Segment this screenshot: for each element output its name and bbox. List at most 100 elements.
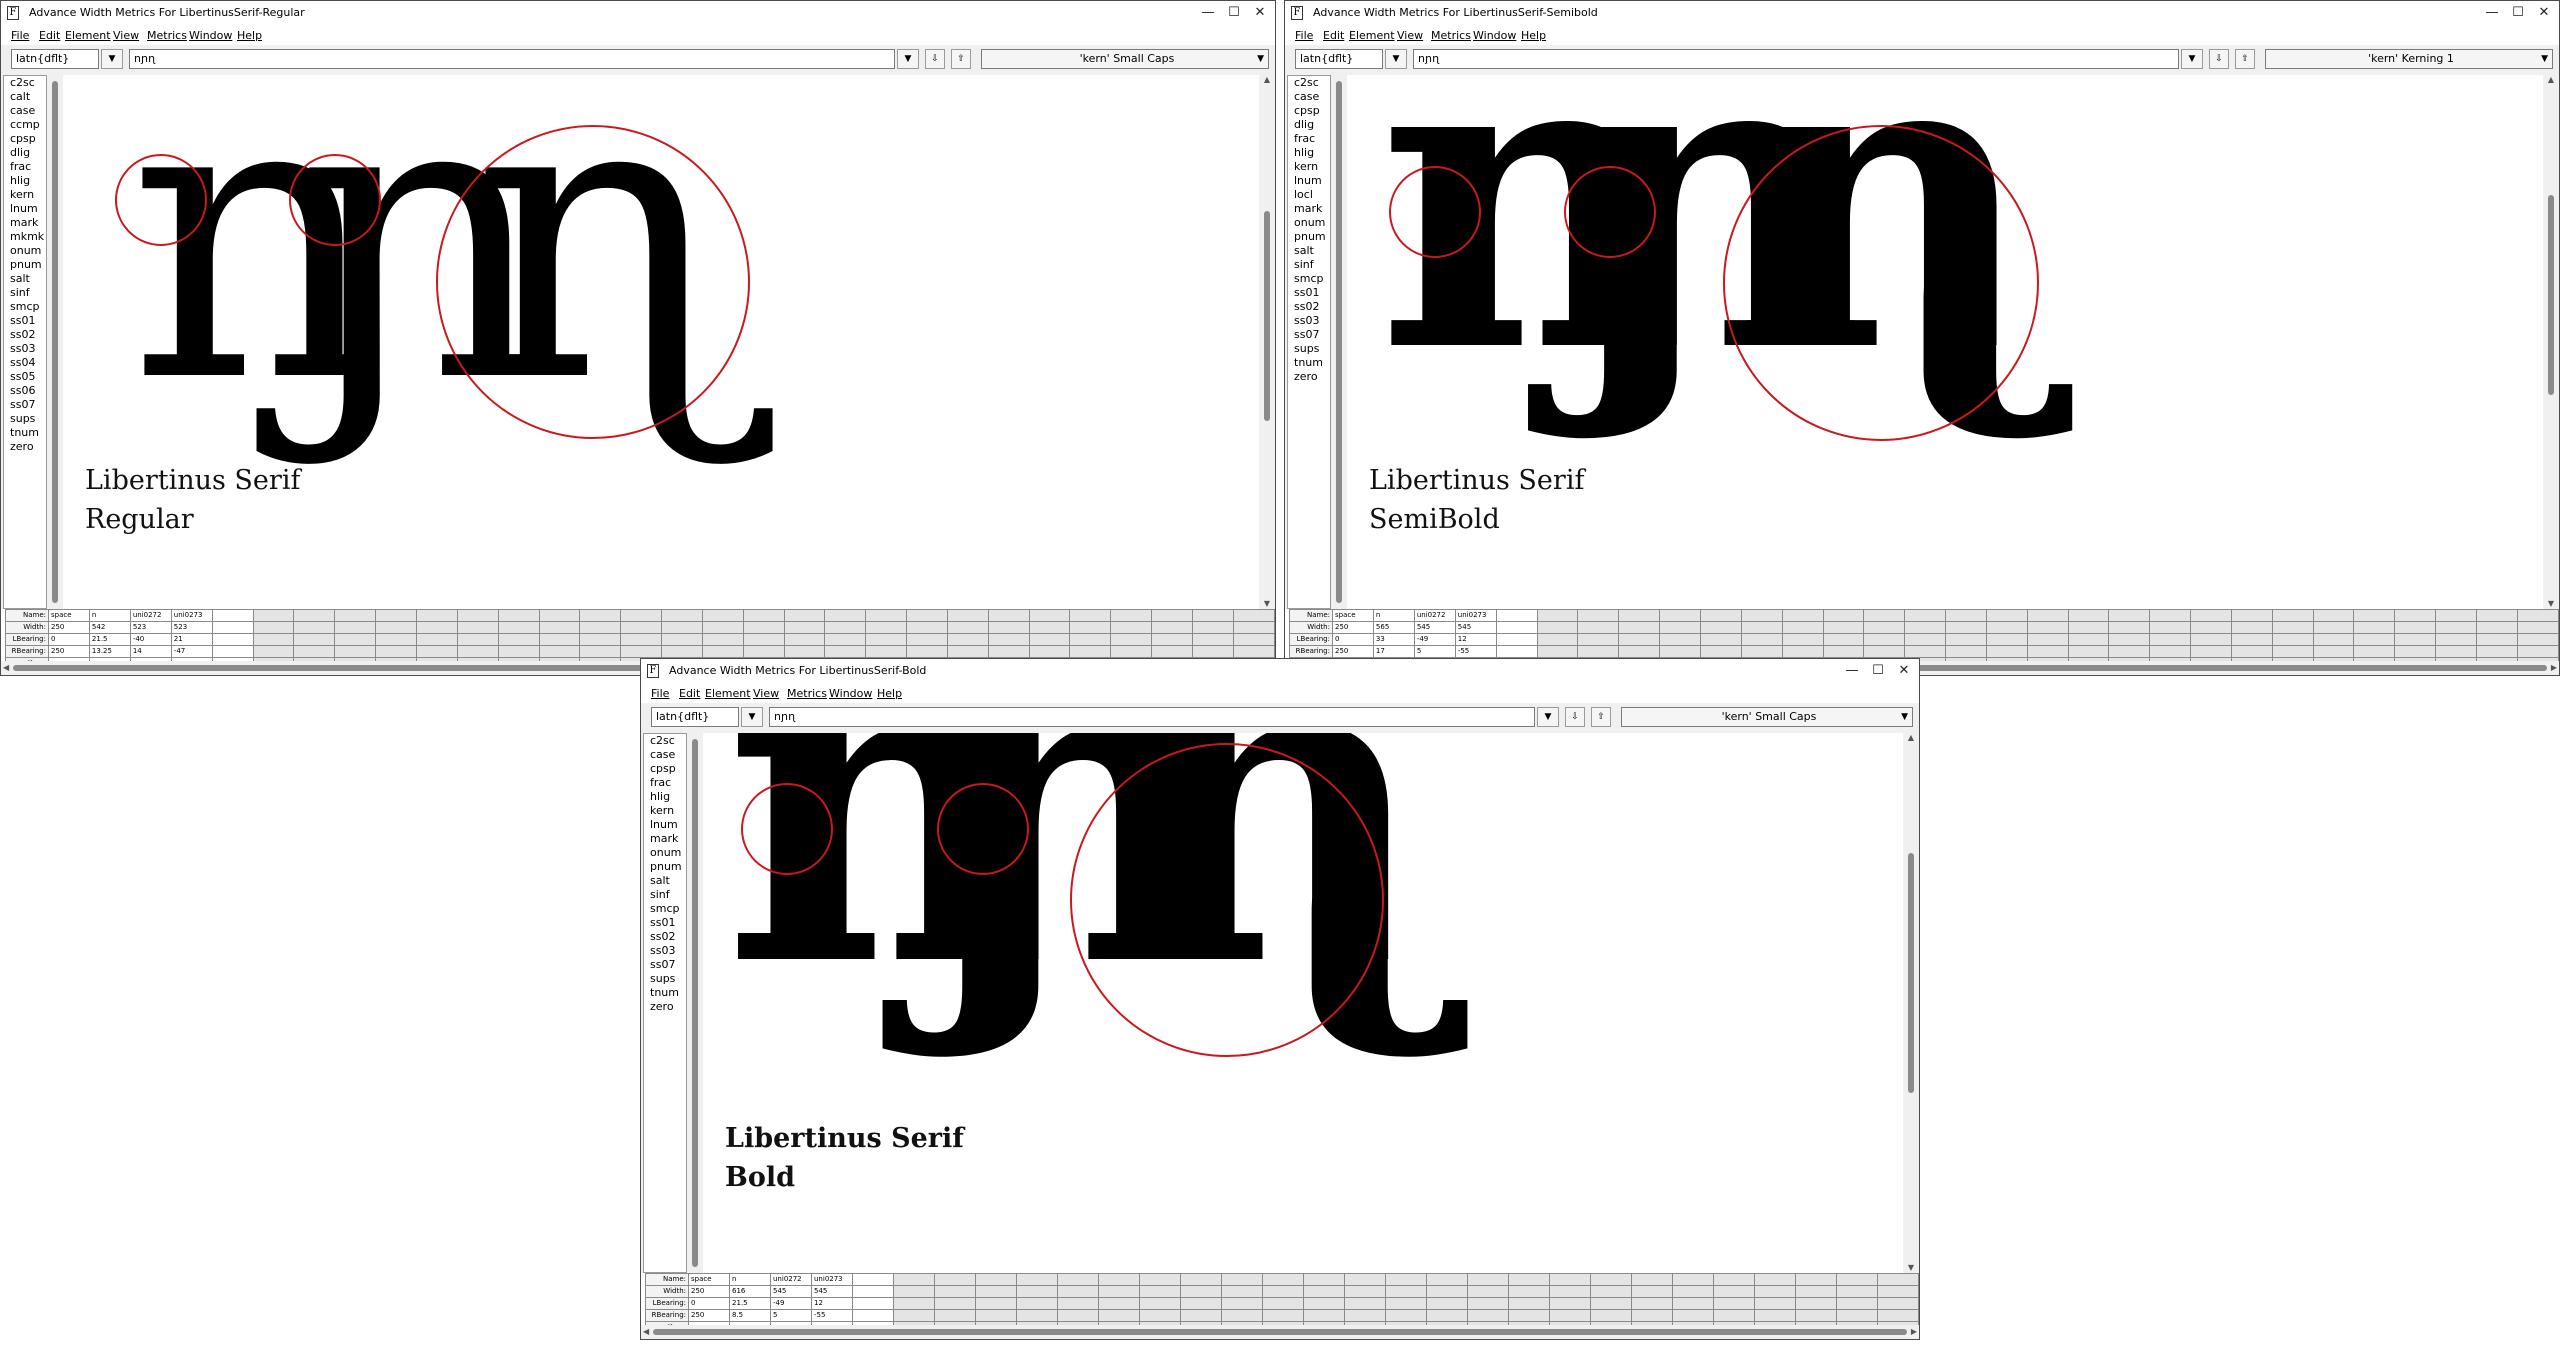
metrics-cell[interactable]: -55 (811, 1309, 853, 1322)
feature-item-dlig[interactable]: dlig (1288, 118, 1330, 132)
feature-item-calt[interactable]: calt (4, 90, 46, 104)
feature-item-hlig[interactable]: hlig (644, 790, 686, 804)
feature-item-ss07[interactable]: ss07 (4, 398, 46, 412)
feature-item-pnum[interactable]: pnum (4, 258, 46, 272)
metrics-cell[interactable]: 542 (88, 621, 131, 634)
feature-item-locl[interactable]: locl (1288, 188, 1330, 202)
feature-item-ss03[interactable]: ss03 (644, 944, 686, 958)
metrics-cell[interactable]: 0 (1331, 633, 1374, 646)
feature-item-sinf[interactable]: sinf (644, 888, 686, 902)
feature-item-ss03[interactable]: ss03 (4, 342, 46, 356)
glyph-canvas[interactable]: nɲɳ Libertinus Serif Regular (63, 75, 1259, 609)
feature-item-sups[interactable]: sups (4, 412, 46, 426)
scrollbar-thumb[interactable] (1264, 211, 1270, 421)
menu-metrics[interactable]: Metrics (147, 28, 187, 44)
feature-item-hlig[interactable]: hlig (1288, 146, 1330, 160)
text-input[interactable]: nɲɳ (1413, 49, 2179, 69)
scroll-left-icon[interactable]: ◀ (643, 1325, 649, 1339)
feature-item-salt[interactable]: salt (644, 874, 686, 888)
feature-item-zero[interactable]: zero (644, 1000, 686, 1014)
feature-item-ss02[interactable]: ss02 (1288, 300, 1330, 314)
metrics-cell[interactable]: 17 (1372, 645, 1415, 658)
menu-window[interactable]: Window (829, 686, 872, 702)
feature-item-ss07[interactable]: ss07 (1288, 328, 1330, 342)
metrics-window-bold[interactable]: F Advance Width Metrics For LibertinusSe… (640, 658, 1920, 1340)
menu-window[interactable]: Window (1473, 28, 1516, 44)
feature-item-mkmk[interactable]: mkmk (4, 230, 46, 244)
scroll-up-icon[interactable]: ▲ (2545, 75, 2557, 85)
metrics-cell[interactable]: 21 (170, 633, 213, 646)
feature-item-mark[interactable]: mark (644, 832, 686, 846)
metrics-cell[interactable]: 545 (1413, 621, 1456, 634)
feature-item-smcp[interactable]: smcp (644, 902, 686, 916)
scroll-right-icon[interactable]: ▶ (1911, 1325, 1917, 1339)
feature-item-tnum[interactable]: tnum (4, 426, 46, 440)
feature-item-dlig[interactable]: dlig (4, 146, 46, 160)
scroll-down-icon[interactable]: ▼ (1261, 599, 1273, 609)
vertical-line-icon-2[interactable]: ⇧ (951, 49, 971, 69)
title-bar[interactable]: F Advance Width Metrics For LibertinusSe… (1285, 1, 2559, 27)
metrics-window-regular[interactable]: F Advance Width Metrics For LibertinusSe… (0, 0, 1276, 676)
feature-item-sinf[interactable]: sinf (1288, 258, 1330, 272)
feature-item-frac[interactable]: frac (4, 160, 46, 174)
maximize-icon[interactable]: ☐ (1223, 3, 1245, 23)
metrics-cell[interactable]: 33 (1372, 633, 1415, 646)
metrics-cell[interactable]: 5 (770, 1309, 812, 1322)
script-dropdown-button[interactable]: ▼ (1385, 49, 1407, 69)
menu-help[interactable]: Help (1521, 28, 1546, 44)
vertical-line-icon[interactable]: ⇩ (925, 49, 945, 69)
glyph-canvas[interactable]: nɲɳ Libertinus Serif SemiBold (1347, 75, 2543, 609)
feature-item-c2sc[interactable]: c2sc (644, 734, 686, 748)
glyph-canvas[interactable]: nɲɳ Libertinus Serif Bold (703, 733, 1903, 1273)
text-input[interactable]: nɲɳ (129, 49, 895, 69)
menu-metrics[interactable]: Metrics (1431, 28, 1471, 44)
feature-list-scrollbar[interactable] (689, 733, 701, 1273)
feature-item-ss06[interactable]: ss06 (4, 384, 46, 398)
canvas-scrollbar[interactable]: ▲ ▼ (1261, 75, 1273, 609)
feature-item-sups[interactable]: sups (644, 972, 686, 986)
feature-item-c2sc[interactable]: c2sc (1288, 76, 1330, 90)
feature-item-sinf[interactable]: sinf (4, 286, 46, 300)
minimize-icon[interactable]: — (1197, 3, 1219, 23)
menu-help[interactable]: Help (877, 686, 902, 702)
feature-item-case[interactable]: case (1288, 90, 1330, 104)
feature-item-pnum[interactable]: pnum (1288, 230, 1330, 244)
feature-item-smcp[interactable]: smcp (4, 300, 46, 314)
script-combo[interactable]: latn{dflt} (11, 49, 99, 69)
scrollbar-thumb[interactable] (653, 1329, 1907, 1335)
glyph-eng[interactable]: ɳ (1732, 75, 2073, 445)
metrics-cell[interactable]: 250 (688, 1309, 730, 1322)
vertical-line-icon-2[interactable]: ⇧ (2235, 49, 2255, 69)
feature-item-kern[interactable]: kern (4, 188, 46, 202)
scroll-down-icon[interactable]: ▼ (1905, 1263, 1917, 1273)
feature-item-ss04[interactable]: ss04 (4, 356, 46, 370)
metrics-cell[interactable]: 13.25 (88, 645, 131, 658)
feature-item-lnum[interactable]: lnum (1288, 174, 1330, 188)
menu-window[interactable]: Window (189, 28, 232, 44)
feature-combo[interactable]: 'kern' Small Caps ▼ (981, 49, 1269, 69)
feature-item-sups[interactable]: sups (1288, 342, 1330, 356)
feature-item-onum[interactable]: onum (4, 244, 46, 258)
menu-help[interactable]: Help (237, 28, 262, 44)
menu-file[interactable]: File (651, 686, 669, 702)
title-bar[interactable]: F Advance Width Metrics For LibertinusSe… (1, 1, 1275, 27)
feature-list[interactable]: c2sc case cpsp dlig frac hlig kern lnum locl mark… (1287, 75, 1331, 609)
close-icon[interactable]: ✕ (1893, 661, 1915, 681)
menu-view[interactable]: View (113, 28, 139, 44)
feature-item-smcp[interactable]: smcp (1288, 272, 1330, 286)
scrollbar-thumb[interactable] (52, 81, 58, 603)
feature-item-kern[interactable]: kern (644, 804, 686, 818)
script-combo[interactable]: latn{dflt} (651, 707, 739, 727)
text-dropdown-button[interactable]: ▼ (2181, 49, 2203, 69)
scrollbar-thumb[interactable] (1908, 853, 1914, 1093)
close-icon[interactable]: ✕ (1249, 3, 1271, 23)
metrics-cell[interactable]: -55 (1454, 645, 1497, 658)
feature-item-zero[interactable]: zero (1288, 370, 1330, 384)
scroll-down-icon[interactable]: ▼ (2545, 599, 2557, 609)
metrics-cell[interactable]: 565 (1372, 621, 1415, 634)
metrics-cell[interactable]: 545 (770, 1285, 812, 1298)
scrollbar-thumb[interactable] (692, 739, 698, 1267)
text-dropdown-button[interactable]: ▼ (897, 49, 919, 69)
metrics-cell[interactable]: 0 (47, 633, 90, 646)
scroll-up-icon[interactable]: ▲ (1905, 733, 1917, 743)
